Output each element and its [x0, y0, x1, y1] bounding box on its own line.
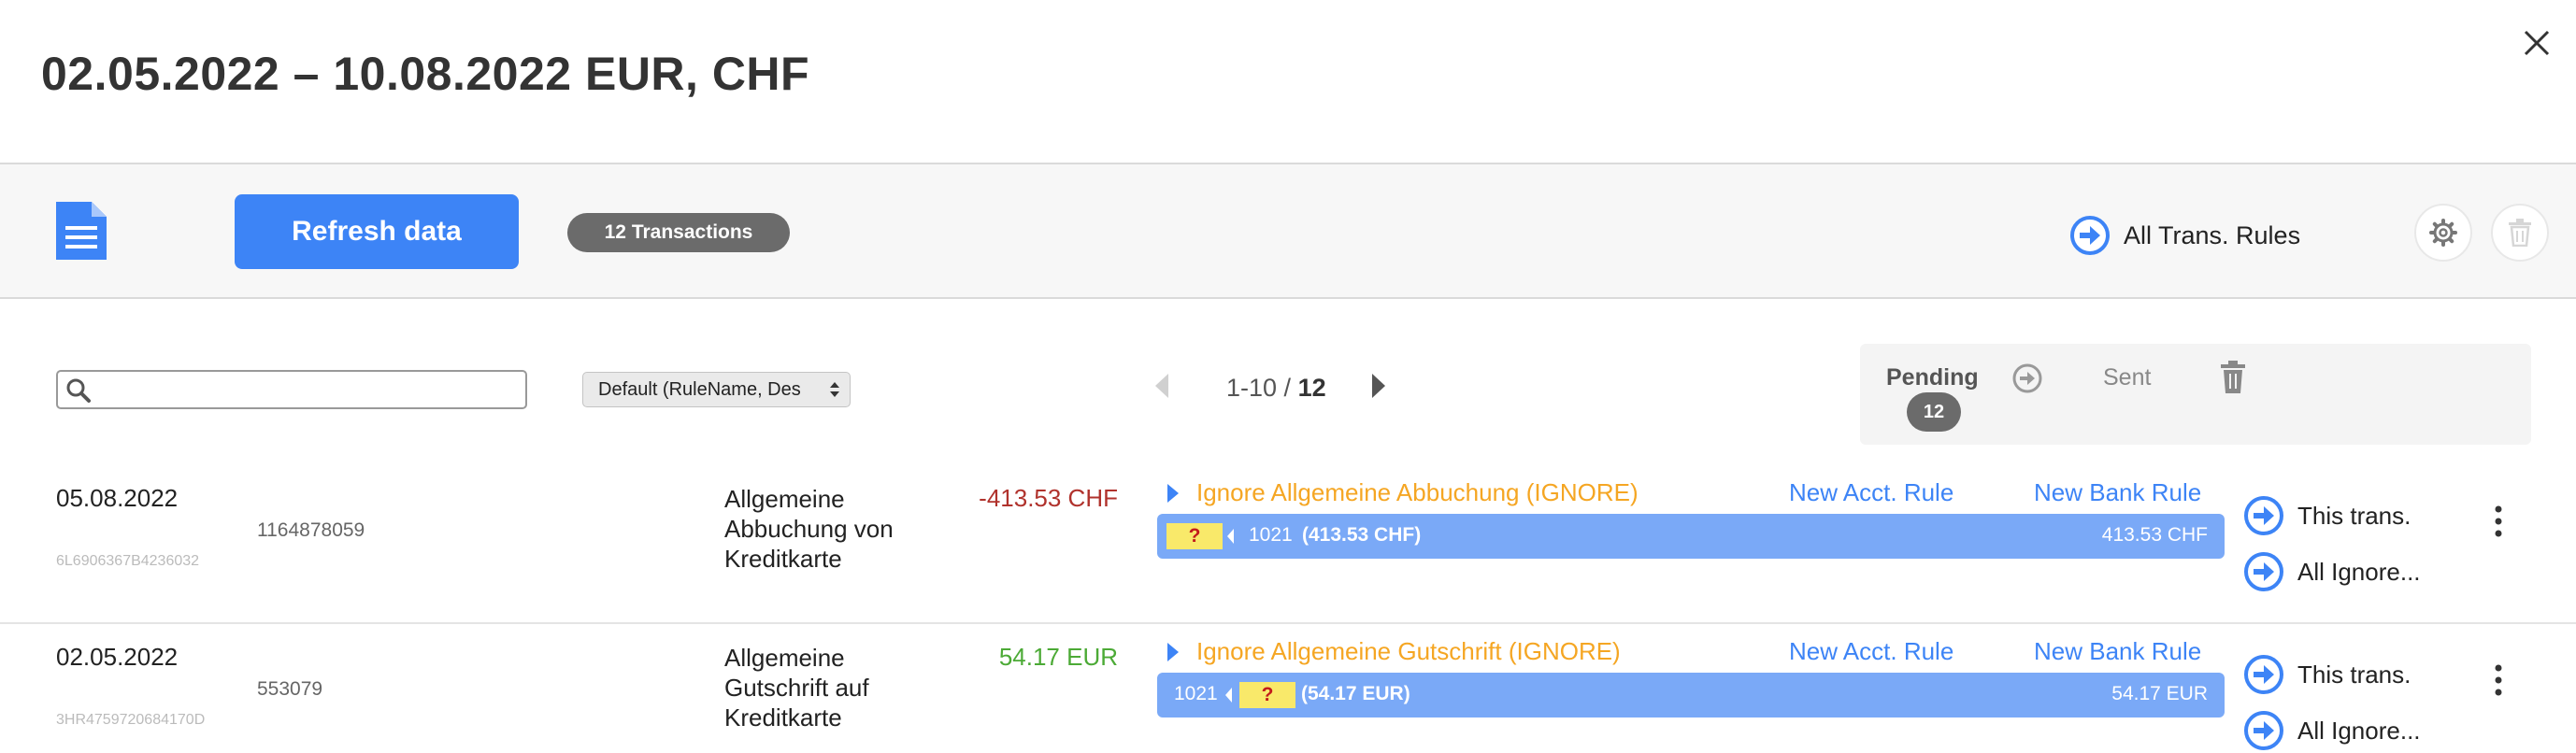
apply-all-ignore-button[interactable]: All Ignore...: [2243, 710, 2421, 751]
previous-page-icon[interactable]: [1153, 372, 1170, 400]
caret-left-icon: [1225, 688, 1232, 703]
rule-toggle[interactable]: Ignore Allgemeine Gutschrift (IGNORE): [1166, 637, 1621, 666]
bar-total: 54.17 EUR: [2111, 683, 2208, 704]
table-row: 02.05.2022 553079 3HR4759720684170D Allg…: [0, 622, 2576, 753]
arrow-right-circle-icon: [2070, 216, 2110, 255]
page-title: 02.05.2022 – 10.08.2022 EUR, CHF: [41, 48, 810, 100]
new-bank-rule-link[interactable]: New Bank Rule: [2034, 478, 2201, 507]
bar-amount: (54.17 EUR): [1301, 683, 1410, 704]
arrow-right-circle-icon[interactable]: [2011, 362, 2043, 394]
refresh-data-button[interactable]: Refresh data: [235, 194, 519, 269]
tab-pending[interactable]: Pending: [1886, 364, 1979, 391]
pending-count-badge: 12: [1907, 392, 1961, 432]
caret-right-icon: [1167, 483, 1179, 503]
arrow-right-circle-icon: [2244, 496, 2283, 535]
select-arrows-icon: [830, 382, 839, 397]
pager-status: 1-10 / 12: [1226, 374, 1326, 403]
transaction-amount: 54.17 EUR: [998, 643, 1118, 671]
bar-account: 1021: [1174, 683, 1218, 704]
arrow-right-circle-icon: [2244, 711, 2283, 750]
trash-icon: [2509, 219, 2531, 247]
new-acct-rule-link[interactable]: New Acct. Rule: [1789, 637, 1953, 666]
pager-range: 1-10 /: [1226, 374, 1292, 402]
all-ignore-label: All Ignore...: [2297, 557, 2421, 586]
bar-account: 1021: [1249, 524, 1293, 546]
this-trans-label: This trans.: [2297, 501, 2411, 530]
transaction-reference: 3HR4759720684170D: [56, 712, 206, 728]
apply-all-ignore-button[interactable]: All Ignore...: [2243, 551, 2421, 592]
transaction-number: 1164878059: [257, 519, 365, 541]
booking-bar[interactable]: 1021 ? (54.17 EUR) 54.17 EUR: [1157, 673, 2225, 717]
rule-name: Ignore Allgemeine Abbuchung (IGNORE): [1196, 478, 1639, 506]
close-icon[interactable]: [2516, 22, 2557, 64]
search-icon: [66, 378, 91, 403]
more-options-icon[interactable]: [2492, 663, 2505, 697]
rule-name: Ignore Allgemeine Gutschrift (IGNORE): [1196, 637, 1621, 665]
transaction-number: 553079: [257, 678, 323, 700]
booking-bar[interactable]: ? 1021 (413.53 CHF) 413.53 CHF: [1157, 514, 2225, 559]
apply-this-trans-button[interactable]: This trans.: [2243, 495, 2411, 536]
transaction-amount: -413.53 CHF: [979, 484, 1118, 512]
all-trans-rules-label: All Trans. Rules: [2124, 220, 2301, 249]
delete-button[interactable]: [2491, 204, 2549, 262]
toolbar: Refresh data 12 Transactions All Trans. …: [0, 163, 2576, 299]
caret-left-icon: [1227, 529, 1234, 544]
arrow-right-circle-icon: [2244, 655, 2283, 694]
rule-toggle[interactable]: Ignore Allgemeine Abbuchung (IGNORE): [1166, 478, 1639, 507]
next-page-icon[interactable]: [1370, 372, 1387, 400]
pager-total: 12: [1297, 374, 1326, 402]
transaction-date: 05.08.2022: [56, 484, 179, 512]
tab-sent[interactable]: Sent: [2103, 364, 2151, 391]
this-trans-label: This trans.: [2297, 660, 2411, 689]
apply-this-trans-button[interactable]: This trans.: [2243, 654, 2411, 695]
transaction-description: Allgemeine Gutschrift auf Kreditkarte: [724, 644, 869, 732]
bar-amount: (413.53 CHF): [1302, 524, 1422, 546]
caret-right-icon: [1167, 642, 1179, 661]
new-bank-rule-link[interactable]: New Bank Rule: [2034, 637, 2201, 666]
document-icon[interactable]: [54, 200, 108, 262]
search-input[interactable]: [56, 370, 527, 409]
unknown-account-marker[interactable]: ?: [1239, 682, 1295, 708]
transaction-reference: 6L6906367B4236032: [56, 553, 200, 569]
transaction-description: Allgemeine Abbuchung von Kreditkarte: [724, 485, 894, 573]
transaction-date: 02.05.2022: [56, 643, 179, 671]
gear-icon: [2429, 219, 2457, 247]
sort-selected-value: Default (RuleName, Des: [598, 378, 801, 400]
trash-icon[interactable]: [2219, 361, 2247, 394]
status-tabs: Pending 12 Sent: [1860, 344, 2531, 445]
settings-button[interactable]: [2414, 204, 2472, 262]
unknown-account-marker[interactable]: ?: [1166, 523, 1223, 549]
bar-total: 413.53 CHF: [2101, 524, 2208, 546]
sort-select[interactable]: Default (RuleName, Des: [582, 372, 851, 407]
transactions-count-badge: 12 Transactions: [567, 213, 790, 252]
more-options-icon[interactable]: [2492, 504, 2505, 538]
new-acct-rule-link[interactable]: New Acct. Rule: [1789, 478, 1953, 507]
all-trans-rules-button[interactable]: All Trans. Rules: [2069, 215, 2300, 256]
all-ignore-label: All Ignore...: [2297, 716, 2421, 745]
arrow-right-circle-icon: [2244, 552, 2283, 591]
table-row: 05.08.2022 1164878059 6L6906367B4236032 …: [0, 465, 2576, 620]
